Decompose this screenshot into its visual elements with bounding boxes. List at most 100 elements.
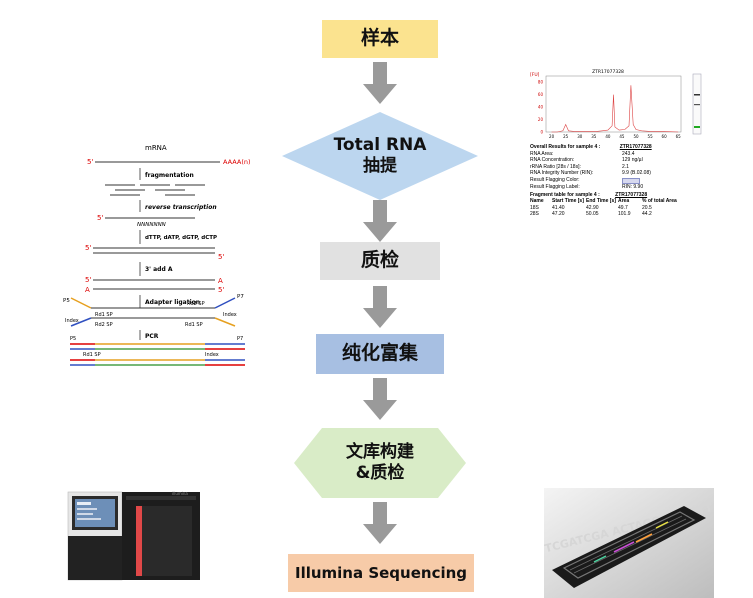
arrow-down-3 bbox=[363, 286, 397, 328]
p7-label-1: P7 bbox=[237, 294, 244, 300]
arrow-down-1 bbox=[363, 62, 397, 104]
random-primer-label: NNNNNNN bbox=[137, 222, 166, 228]
result-row-label: RNA Concentration: bbox=[530, 157, 575, 164]
y-tick-label: 0 bbox=[540, 130, 543, 135]
y-tick-label: 80 bbox=[538, 80, 544, 85]
plot-frame bbox=[545, 75, 682, 133]
fragment-cell: 47.20 bbox=[552, 211, 565, 218]
p5-label-1: P5 bbox=[63, 298, 70, 304]
fragment-sample: ZTR17077328 bbox=[615, 191, 648, 198]
result-row-label: Result Flagging Color: bbox=[530, 176, 580, 183]
bioanalyzer-chart: ZTR17077328 [FU] 80 60 40 20 0 20 25 30 35 40 45 5… bbox=[530, 69, 702, 139]
step-quality-check: 质检 bbox=[320, 242, 440, 280]
fragmentation-label: fragmentation bbox=[145, 172, 194, 179]
index-label-2: Index bbox=[65, 318, 79, 324]
x-tick-label: 60 bbox=[662, 134, 668, 139]
result-row: Result Flagging Color: bbox=[530, 177, 710, 184]
fragment-cell: Start Time [s] bbox=[552, 198, 584, 205]
add-a-label: 3' add A bbox=[145, 266, 173, 273]
result-row-value: 129 ng/µl bbox=[622, 157, 643, 164]
rd1-sp-label-3: Rd1 SP bbox=[83, 352, 101, 358]
bioanalyzer-y-unit: [FU] bbox=[530, 72, 540, 78]
sequencer-machine: illumina bbox=[67, 491, 200, 581]
result-row-value: 2.1 bbox=[622, 163, 629, 170]
result-row-label: RNA Integrity Number (RIN): bbox=[530, 170, 594, 177]
y-tick-label: 20 bbox=[538, 117, 544, 122]
rd1-sp-label-2: Rd1 SP bbox=[185, 322, 203, 328]
result-row-value: RIN: 9.90 bbox=[622, 183, 644, 190]
step-rna-extraction: Total RNA 抽提 bbox=[282, 112, 478, 200]
result-row-value: 243.4 bbox=[622, 150, 635, 157]
overall-results: Overall Results for sample 4 : ZTR170773… bbox=[530, 144, 710, 218]
dntp-label: dTTP, dATP, dGTP, dCTP bbox=[145, 235, 217, 241]
arrow-down-4 bbox=[363, 378, 397, 420]
overall-title: Overall Results for sample 4 : bbox=[530, 144, 601, 150]
fragment-cell: 49.7 bbox=[618, 204, 628, 211]
step-purification-label: 纯化富集 bbox=[341, 342, 418, 365]
fragment-table-row: 18S 41.40 42.90 49.7 20.5 bbox=[530, 205, 710, 212]
y-tick-label: 40 bbox=[538, 105, 544, 110]
x-tick-label: 65 bbox=[676, 134, 682, 139]
mrna-label: mRNA bbox=[145, 144, 167, 152]
step-library-construction-label: 文库构建 &质检 bbox=[346, 441, 414, 483]
bioanalyzer-report: ZTR17077328 [FU] 80 60 40 20 0 20 25 30 35 40 45 5… bbox=[530, 68, 710, 238]
five-prime-5: 5' bbox=[85, 276, 91, 284]
rd1-sp-label-1: Rd1 SP bbox=[95, 312, 113, 318]
five-prime-4: 5' bbox=[218, 253, 224, 261]
x-tick-label: 45 bbox=[619, 134, 625, 139]
x-tick-label: 25 bbox=[563, 134, 569, 139]
gel-band-marker bbox=[694, 126, 700, 128]
result-row: rRNA Ratio [28s / 18s]: 2.1 bbox=[530, 164, 710, 171]
arrow-down-2 bbox=[363, 200, 397, 242]
fragment-cell: 20.5 bbox=[642, 204, 652, 211]
sequencer-brand: illumina bbox=[172, 491, 188, 496]
flow-cell: TCGATCGA ACTAGG AAAGTT TCA GGT CCGAC bbox=[544, 488, 714, 598]
fragment-cell: 41.40 bbox=[552, 204, 565, 211]
fragment-cell: 18S bbox=[530, 204, 539, 211]
step-purification: 纯化富集 bbox=[316, 334, 444, 374]
result-row: RNA Integrity Number (RIN): 9.9 (B.02.08) bbox=[530, 170, 710, 177]
fragment-table: Name Start Time [s] End Time [s] Area % of t… bbox=[530, 198, 710, 218]
five-prime-6: 5' bbox=[218, 286, 224, 294]
fragment-cell: End Time [s] bbox=[586, 198, 616, 205]
x-tick-label: 20 bbox=[549, 134, 555, 139]
poly-a-label: AAAA(n) bbox=[223, 158, 251, 166]
rd2-sp-label-1: Rd2 SP bbox=[187, 301, 205, 307]
rd2-sp-label-2: Rd2 SP bbox=[95, 322, 113, 328]
gel-band-28s bbox=[694, 94, 700, 96]
result-row-label: Result Flagging Label: bbox=[530, 183, 580, 190]
index-label-1: Index bbox=[223, 312, 237, 318]
step-sequencing-label: Illumina Sequencing bbox=[294, 563, 468, 582]
result-row-label: rRNA Ratio [28s / 18s]: bbox=[530, 163, 581, 170]
step-rna-extraction-label: Total RNA 抽提 bbox=[333, 134, 427, 176]
gel-band-18s bbox=[694, 104, 700, 106]
fragment-table-header: Name Start Time [s] End Time [s] Area % of t… bbox=[530, 198, 710, 205]
fragment-cell: 50.05 bbox=[586, 211, 599, 218]
fragment-cell: Area bbox=[618, 198, 630, 205]
overall-sample: ZTR17077328 bbox=[619, 144, 652, 150]
fragment-table-row: 28S 47.20 50.05 101.9 44.2 bbox=[530, 211, 710, 218]
five-prime-2: 5' bbox=[97, 214, 103, 222]
p7-label-2: P7 bbox=[237, 336, 243, 342]
fragment-title: Fragment table for sample 4 : bbox=[530, 191, 600, 198]
fragment-cell: Name bbox=[530, 198, 544, 205]
pcr-label: PCR bbox=[145, 333, 159, 340]
reverse-transcription-label: reverse transcription bbox=[145, 204, 217, 211]
x-tick-label: 30 bbox=[577, 134, 583, 139]
result-row-label: RNA Area: bbox=[530, 150, 554, 157]
result-rows: RNA Area: 243.4 RNA Concentration: 129 ng/µ… bbox=[530, 151, 710, 191]
a-base-2: A bbox=[85, 286, 90, 294]
result-row: RNA Concentration: 129 ng/µl bbox=[530, 157, 710, 164]
fragment-cell: 42.90 bbox=[586, 204, 599, 211]
step-library-construction: 文库构建 &质检 bbox=[294, 428, 466, 498]
x-tick-label: 40 bbox=[605, 134, 611, 139]
step-quality-check-label: 质检 bbox=[360, 249, 399, 272]
x-tick-label: 55 bbox=[648, 134, 654, 139]
fragment-cell: 28S bbox=[530, 211, 539, 218]
index-label-3: Index bbox=[205, 352, 219, 358]
step-sequencing: Illumina Sequencing bbox=[288, 554, 474, 592]
result-row-value: 9.9 (B.02.08) bbox=[622, 170, 651, 177]
x-tick-label: 50 bbox=[633, 134, 639, 139]
x-tick-label: 35 bbox=[591, 134, 597, 139]
fragment-cell: 44.2 bbox=[642, 211, 652, 218]
